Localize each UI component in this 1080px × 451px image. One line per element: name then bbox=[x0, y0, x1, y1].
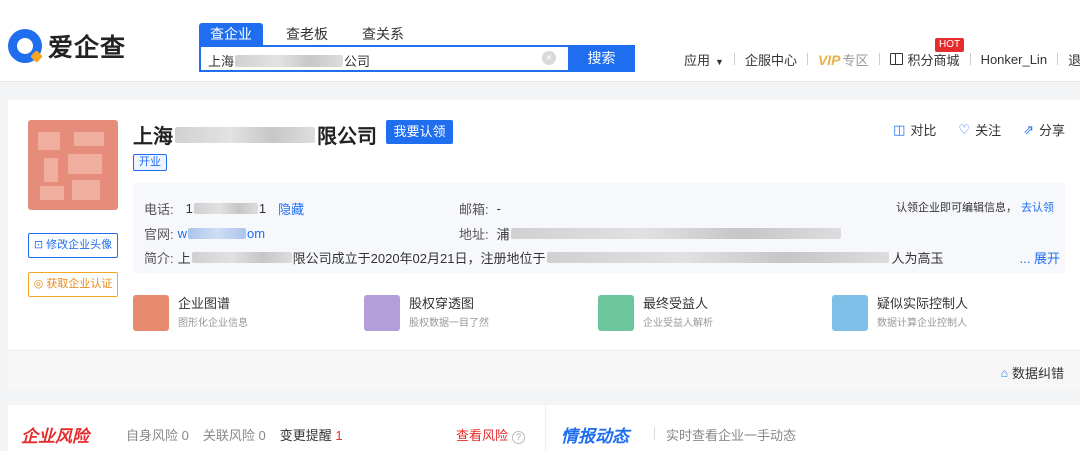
redacted-text bbox=[193, 203, 258, 214]
company-avatar bbox=[28, 120, 118, 210]
address-row: 地址: 浦 bbox=[459, 224, 841, 243]
redacted-text bbox=[235, 54, 344, 67]
phone-row: 电话: 1 1 隐藏 bbox=[144, 199, 305, 218]
email-row: 邮箱: - bbox=[459, 201, 501, 217]
search-value: 上海 公司 bbox=[208, 51, 370, 70]
gift-icon bbox=[889, 53, 903, 65]
clear-icon[interactable]: × bbox=[542, 51, 556, 65]
nav-logout[interactable]: 退出 bbox=[1068, 50, 1080, 69]
related-risk[interactable]: 关联风险 0 bbox=[203, 425, 266, 444]
expand-link[interactable]: ... 展开 bbox=[1020, 248, 1060, 267]
graph-icon bbox=[133, 295, 169, 331]
hot-badge: HOT bbox=[935, 38, 965, 52]
intel-subtitle[interactable]: 实时查看企业一手动态 bbox=[653, 425, 796, 444]
logo[interactable]: 爱企查 bbox=[8, 29, 126, 63]
self-risk[interactable]: 自身风险 0 bbox=[126, 425, 189, 444]
redacted-text bbox=[510, 228, 841, 239]
divider bbox=[806, 53, 808, 65]
image-icon: ⊡ bbox=[33, 239, 47, 251]
caret-down-icon: ▼ bbox=[715, 56, 724, 67]
home-icon: ⌂ bbox=[1000, 365, 1008, 380]
tab-company[interactable]: 查企业 bbox=[199, 23, 263, 45]
website-link[interactable]: w om bbox=[178, 226, 265, 241]
intro-row: 简介: 上 限公司成立于2020年02月21日，注册地位于 人为高玉 bbox=[144, 251, 944, 266]
search-tabs: 查企业 查老板 查关系 bbox=[199, 23, 427, 45]
equity-icon bbox=[364, 295, 400, 331]
search-button[interactable]: 搜索 bbox=[568, 45, 635, 72]
redacted-text bbox=[547, 252, 890, 263]
logo-text: 爱企查 bbox=[48, 34, 127, 62]
company-info-panel: 电话: 1 1 隐藏 邮箱: - 认领企业即可编辑信息， 去认领 官网: w om… bbox=[133, 183, 1065, 273]
divider bbox=[969, 53, 971, 65]
share-icon: ⇗ bbox=[1023, 121, 1034, 137]
redacted-text bbox=[191, 252, 292, 263]
nav-points-mall[interactable]: 积分商城 bbox=[889, 50, 960, 69]
check-risk-link[interactable]: 查看风险? bbox=[456, 425, 526, 444]
tab-boss[interactable]: 查老板 bbox=[275, 23, 339, 45]
nav-app[interactable]: 应用 ▼ bbox=[684, 50, 724, 69]
company-name: 上海 限公司 bbox=[133, 126, 377, 148]
risk-bar: 企业风险 自身风险 0 关联风险 0 变更提醒 1 查看风险? 情报动态 实时查… bbox=[8, 405, 1080, 451]
edit-hint: 认领企业即可编辑信息， 去认领 bbox=[896, 202, 1054, 214]
redacted-text bbox=[188, 228, 247, 239]
divider bbox=[545, 405, 546, 451]
card-actions: ◫ 对比 ♡ 关注 ⇗ 分享 bbox=[871, 120, 1065, 139]
share-button[interactable]: ⇗ 分享 bbox=[1023, 120, 1065, 139]
status-badge: 开业 bbox=[133, 154, 167, 171]
search-input[interactable]: 上海 公司 × 搜索 bbox=[199, 45, 635, 72]
logo-icon bbox=[8, 29, 42, 63]
edit-avatar-button[interactable]: ⊡ 修改企业头像 bbox=[28, 233, 118, 258]
search-value-prefix: 上海 bbox=[208, 54, 235, 69]
heart-icon: ♡ bbox=[958, 121, 971, 137]
risk-title: 企业风险 bbox=[21, 427, 89, 446]
website-row: 官网: w om bbox=[144, 226, 266, 242]
tab-relation[interactable]: 查关系 bbox=[351, 23, 415, 45]
claim-button[interactable]: 我要认领 bbox=[386, 120, 453, 144]
divider bbox=[1057, 53, 1059, 65]
search-value-suffix: 公司 bbox=[344, 54, 371, 69]
help-icon: ? bbox=[512, 431, 526, 444]
certify-icon: ◎ bbox=[33, 278, 47, 290]
nav-vip[interactable]: VIP 专区 bbox=[818, 50, 869, 69]
intel-title: 情报动态 bbox=[561, 427, 629, 446]
controller-icon bbox=[832, 295, 868, 331]
nav-service-center[interactable]: 企服中心 bbox=[745, 50, 797, 69]
compare-button[interactable]: ◫ 对比 bbox=[893, 120, 936, 139]
follow-button[interactable]: ♡ 关注 bbox=[958, 120, 1001, 139]
redacted-text bbox=[175, 126, 315, 143]
nav-user[interactable]: Honker_Lin bbox=[981, 52, 1048, 67]
divider bbox=[733, 53, 735, 65]
company-card: ⊡ 修改企业头像 ◎ 获取企业认证 上海 限公司 我要认领 开业 ◫ 对比 ♡ 关注… bbox=[8, 100, 1080, 390]
certify-button[interactable]: ◎ 获取企业认证 bbox=[28, 272, 118, 297]
beneficiary-icon bbox=[598, 295, 634, 331]
divider bbox=[878, 53, 880, 65]
change-alert[interactable]: 变更提醒 1 bbox=[280, 425, 343, 444]
data-correction-button[interactable]: ⌂ 数据纠错 bbox=[1001, 363, 1064, 382]
top-nav: 应用▼ 企服中心 VIP专区 积分商城 Honker_Lin 退出 bbox=[684, 50, 1080, 68]
top-header: 爱企查 查企业 查老板 查关系 上海 公司 × 搜索 应用 ▼ 企服中心 VIP 专… bbox=[0, 0, 1080, 82]
compare-icon: ◫ bbox=[893, 121, 906, 137]
vip-mark: VIP bbox=[817, 51, 841, 68]
risk-items: 自身风险 0 关联风险 0 变更提醒 1 bbox=[126, 425, 357, 444]
card-footer: ⌂ 数据纠错 bbox=[8, 350, 1080, 390]
hide-phone-link[interactable]: 隐藏 bbox=[278, 199, 304, 218]
go-claim-link[interactable]: 去认领 bbox=[1021, 202, 1054, 214]
